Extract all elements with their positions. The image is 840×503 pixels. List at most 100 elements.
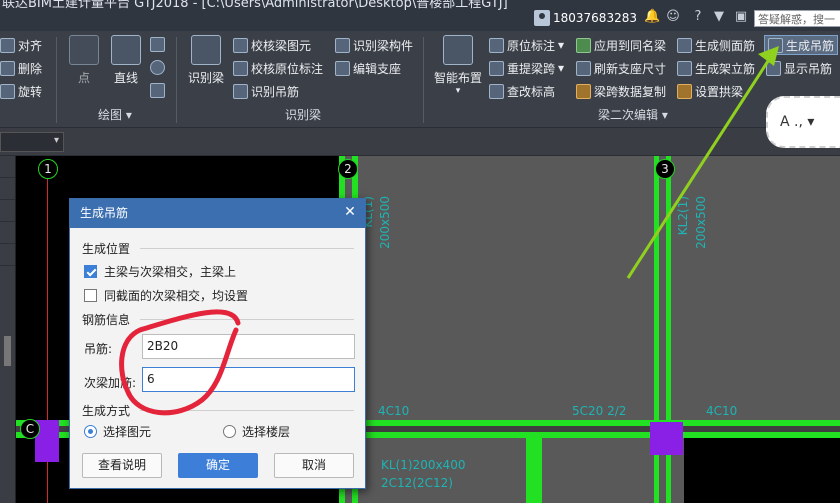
title-bar: 联达BIM土建计量平台 GTJ2018 - [C:\Users\Administ… (0, 0, 840, 43)
method-section-label: 生成方式 (82, 404, 131, 418)
section-divider (140, 410, 354, 411)
refresh-support-size-button[interactable]: 刷新支座尺寸 (576, 58, 666, 78)
support-column[interactable] (650, 422, 683, 455)
edit-group-label[interactable]: 梁二次编辑 ▾ (598, 106, 668, 123)
smart-layout-button[interactable]: 智能布置 ▾ (430, 35, 486, 96)
rebar-text: 4C10 (378, 404, 410, 418)
main-secondary-label: 主梁与次梁相交，主梁上 (104, 265, 237, 279)
rebar-text: 200x500 (694, 196, 708, 249)
identify-beam-member-button[interactable]: 识别梁构件 (335, 35, 413, 55)
cancel-button[interactable]: 取消 (274, 453, 354, 478)
panel-scrollbar[interactable] (4, 336, 11, 366)
arch-icon (677, 83, 692, 99)
search-input[interactable]: 答疑解惑，搜一下 (754, 10, 840, 43)
rebar-text: 200x500 (378, 196, 392, 249)
panel-row[interactable] (0, 178, 15, 200)
origin-annotation-button[interactable]: 原位标注 ▾ (489, 35, 564, 55)
span-beam-button[interactable]: 重提梁跨 ▾ (489, 58, 564, 78)
rectangle-icon[interactable] (150, 83, 165, 98)
rebar-text: 2C12(2C12) (381, 476, 453, 490)
identify-hanger-button[interactable]: 识别吊筋 (233, 81, 299, 101)
gen-side-rebar-button[interactable]: 生成侧面筋 (677, 35, 755, 55)
align-label: 对齐 (18, 38, 43, 53)
ribbon-separator (423, 37, 424, 123)
check-beam-drawing-button[interactable]: 校核梁图元 (233, 35, 311, 55)
panel-row[interactable] (0, 200, 15, 222)
identify-member-icon (335, 37, 350, 53)
span-data-copy-icon (576, 83, 591, 99)
dialog-title[interactable]: 生成吊筋 (70, 199, 365, 228)
span-data-copy-button[interactable]: 梁跨数据复制 (576, 81, 666, 101)
gen-hanger-button[interactable]: 生成吊筋 (764, 35, 839, 55)
gen-erect-rebar-button[interactable]: 生成架立筋 (677, 58, 755, 78)
show-hanger-button[interactable]: 显示吊筋 (766, 58, 832, 78)
same-section-checkbox[interactable] (84, 289, 97, 302)
arc-icon[interactable] (150, 37, 165, 52)
axis-label-3: 3 (655, 159, 675, 179)
help-icon[interactable]: ? (690, 9, 706, 25)
rebar-text: KL(1)200x400 (381, 458, 466, 472)
secondary-beam[interactable] (526, 434, 542, 503)
check-beam-icon (233, 37, 248, 53)
app-icon[interactable]: ▣ (733, 9, 749, 25)
main-secondary-checkbox[interactable] (84, 265, 97, 278)
check-elevation-button[interactable]: 查改标高 (489, 81, 555, 101)
option-same-section[interactable]: 同截面的次梁相交，均设置 (84, 287, 248, 304)
message-icon[interactable]: ☺ (665, 9, 681, 25)
select-element-label: 选择图元 (103, 425, 152, 439)
line-label: 直线 (113, 71, 138, 85)
panel-row[interactable] (0, 222, 15, 244)
help-button[interactable]: 查看说明 (82, 453, 162, 478)
shirt-icon[interactable]: ▼ (711, 9, 727, 25)
edit-support-button[interactable]: 编辑支座 (335, 58, 401, 78)
delete-button[interactable]: 删除 (0, 58, 42, 78)
hanger-label: 吊筋: (84, 342, 113, 356)
radio-select-element[interactable]: 选择图元 (84, 423, 151, 440)
select-floor-radio[interactable] (223, 425, 236, 438)
draw-group-label[interactable]: 绘图 ▾ (98, 106, 132, 123)
ok-button[interactable]: 确定 (178, 453, 258, 478)
check-origin-annotation-button[interactable]: 校核原位标注 (233, 58, 323, 78)
edit-group-text: 梁二次编辑 (598, 108, 659, 122)
user-phone[interactable]: 18037683283 (553, 11, 637, 25)
panel-row[interactable] (0, 156, 15, 178)
erect-rebar-label: 生成架立筋 (695, 61, 756, 76)
select-element-radio[interactable] (84, 425, 97, 438)
draw-group-text: 绘图 (98, 108, 123, 122)
line-button[interactable]: 直线 (108, 35, 144, 86)
same-section-label: 同截面的次梁相交，均设置 (104, 289, 249, 303)
align-icon (0, 37, 15, 53)
panel-row[interactable] (0, 244, 15, 266)
align-button[interactable]: 对齐 (0, 35, 42, 55)
apply-same-icon (576, 37, 591, 53)
floor-select[interactable] (0, 132, 64, 152)
option-main-secondary[interactable]: 主梁与次梁相交，主梁上 (84, 263, 236, 280)
rotate-button[interactable]: 旋转 (0, 81, 42, 101)
axis-label-2: 2 (338, 159, 358, 179)
ribbon-separator (56, 37, 57, 123)
identify-beam-button[interactable]: 识别梁 (184, 35, 228, 86)
axis-label-c: C (20, 419, 40, 439)
check-beam-label: 校核梁图元 (251, 38, 312, 53)
edit-support-label: 编辑支座 (353, 61, 402, 76)
delete-icon (0, 60, 15, 76)
hanger-input[interactable]: 2B20 (142, 334, 355, 359)
secondary-input[interactable]: 6 (142, 367, 355, 392)
rotate-icon (0, 83, 15, 99)
circle-icon[interactable] (150, 60, 165, 75)
origin-annotation-label: 原位标注 (507, 38, 556, 53)
identify-member-label: 识别梁构件 (353, 38, 414, 53)
ribbon-toolbar: 对齐 删除 旋转 点 直线 绘图 ▾ 识别梁 校核梁图元 校核原位标注 识别吊筋… (0, 31, 840, 128)
set-arch-button[interactable]: 设置拱梁 (677, 81, 743, 101)
side-rebar-label: 生成侧面筋 (695, 38, 756, 53)
bell-icon[interactable]: 🔔 (644, 9, 660, 25)
generate-hanger-dialog: 生成吊筋 ✕ 生成位置 主梁与次梁相交，主梁上 同截面的次梁相交，均设置 钢筋信… (69, 198, 366, 489)
identify-group-label: 识别梁 (285, 108, 322, 122)
section-divider (140, 319, 354, 320)
point-button[interactable]: 点 (66, 35, 102, 86)
apply-same-beam-button[interactable]: 应用到同名梁 (576, 35, 666, 55)
close-icon[interactable]: ✕ (343, 205, 357, 219)
radio-select-floor[interactable]: 选择楼层 (223, 423, 290, 440)
user-avatar-icon[interactable] (534, 10, 550, 26)
gen-hanger-label: 生成吊筋 (786, 38, 835, 53)
